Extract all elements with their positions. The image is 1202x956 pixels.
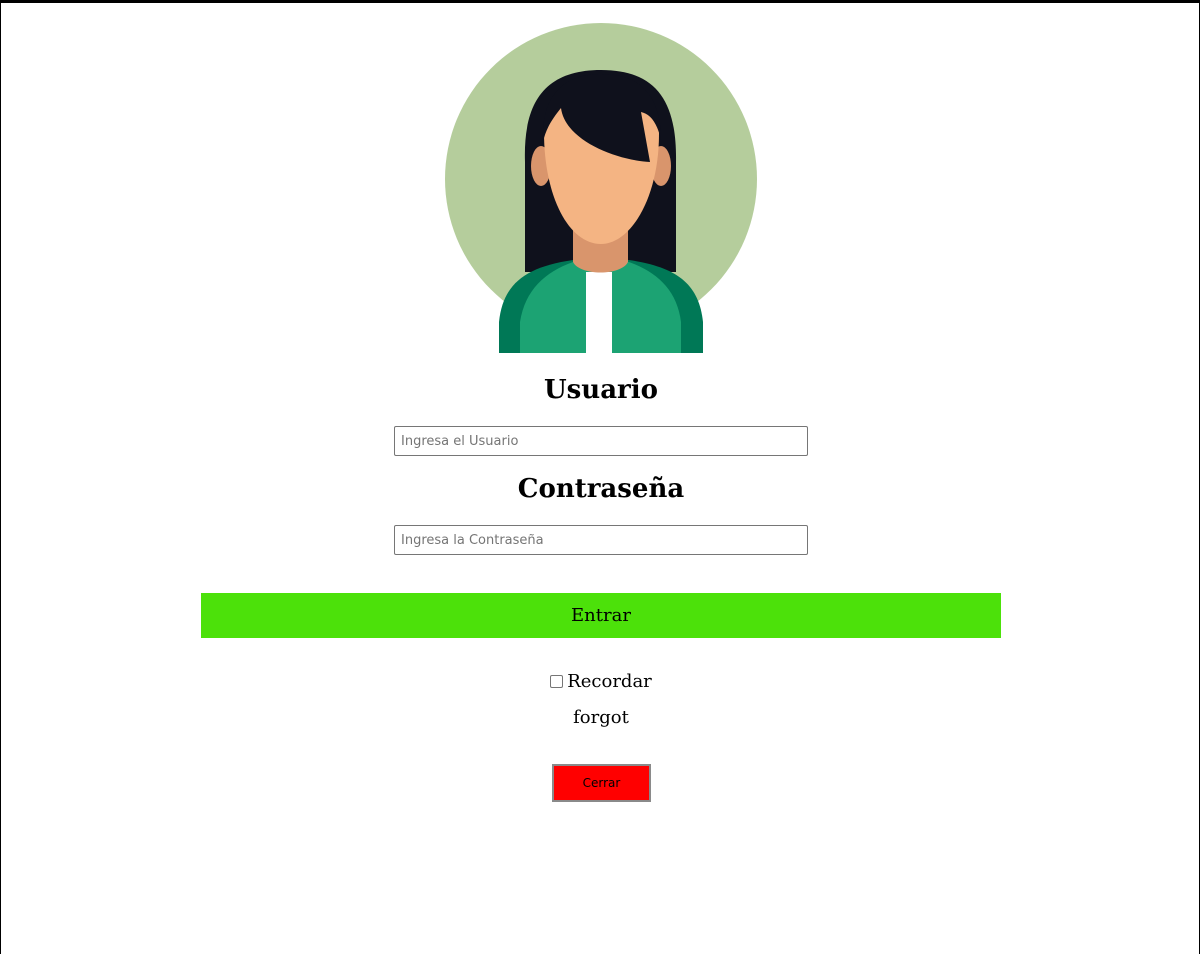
remember-checkbox[interactable] [550, 675, 564, 688]
forgot-link[interactable]: forgot [0, 706, 1202, 730]
username-input[interactable] [394, 426, 808, 456]
password-input[interactable] [394, 525, 808, 555]
remember-label[interactable]: Recordar [567, 671, 652, 692]
close-button[interactable]: Cerrar [552, 764, 651, 802]
avatar-shirt [586, 272, 612, 353]
password-heading: Contraseña [517, 474, 685, 504]
username-heading: Usuario [544, 375, 658, 405]
login-button[interactable]: Entrar [201, 593, 1001, 638]
avatar-image [445, 23, 757, 353]
remember-row: Recordar [0, 670, 1202, 694]
